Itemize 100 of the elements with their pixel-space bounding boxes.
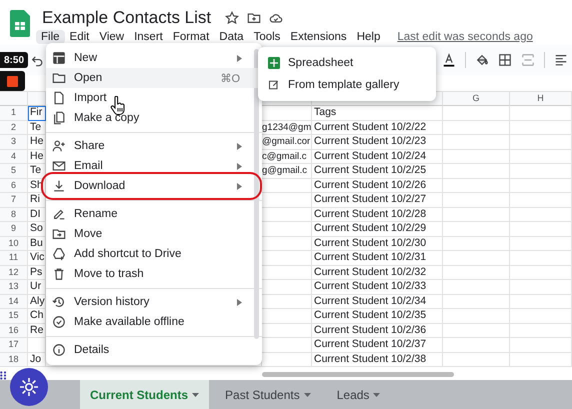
- row-number[interactable]: 5: [0, 164, 28, 178]
- menu-bar-item[interactable]: Data: [214, 30, 249, 44]
- text-color-icon: [442, 53, 456, 67]
- menu-scrollbar[interactable]: [254, 49, 259, 339]
- table-cell: [510, 193, 572, 208]
- recording-timer: 8:50: [0, 52, 28, 68]
- table-cell: Current Student 10/2/36: [312, 324, 443, 338]
- row-number[interactable]: 15: [0, 309, 28, 324]
- fill-color-icon: [475, 53, 489, 67]
- apps-grid-icon[interactable]: [0, 371, 8, 380]
- menu-bar-item[interactable]: Edit: [64, 30, 94, 44]
- table-cell: [443, 106, 510, 120]
- table-cell: [443, 324, 510, 338]
- table-cell: Current Student 10/2/32: [312, 266, 443, 280]
- table-cell: [443, 294, 510, 309]
- row-number[interactable]: 13: [0, 280, 28, 294]
- menu-bar-item[interactable]: Format: [168, 30, 214, 44]
- row-number[interactable]: 3: [0, 135, 28, 150]
- table-cell: [443, 150, 510, 164]
- row-number[interactable]: 1: [0, 106, 28, 120]
- row-number[interactable]: 14: [0, 294, 28, 309]
- table-cell: [510, 236, 572, 251]
- menu-item[interactable]: Email: [46, 156, 262, 176]
- table-cell: [443, 251, 510, 266]
- row-number[interactable]: 12: [0, 266, 28, 280]
- column-header[interactable]: [28, 92, 46, 106]
- table-cell: [443, 236, 510, 251]
- menu-item[interactable]: Rename: [46, 204, 262, 224]
- table-cell: Current Student 10/2/31: [312, 251, 443, 266]
- menu-item[interactable]: Download: [46, 176, 262, 196]
- table-cell: Current Student 10/2/23: [312, 135, 443, 150]
- table-cell: [443, 208, 510, 222]
- table-cell: [443, 178, 510, 193]
- row-number[interactable]: 18: [0, 352, 28, 367]
- trash-icon: [52, 267, 66, 281]
- table-cell: [510, 338, 572, 352]
- table-cell: Current Student 10/2/33: [312, 280, 443, 294]
- merge-cells-icon: [521, 53, 535, 67]
- cloud-icon: [269, 11, 284, 25]
- caret-icon: [304, 392, 311, 396]
- spreadsheet-icon: [268, 57, 280, 69]
- table-cell: [443, 222, 510, 236]
- menu-item[interactable]: Share: [46, 136, 262, 156]
- table-cell: Current Student 10/2/38: [312, 352, 443, 367]
- menu-bar-item[interactable]: Tools: [248, 30, 286, 44]
- table-cell: [510, 164, 572, 178]
- sheet-tab[interactable]: Past Students: [215, 380, 321, 409]
- menu-item[interactable]: Details: [46, 340, 262, 360]
- row-number[interactable]: 4: [0, 150, 28, 164]
- table-cell: [510, 208, 572, 222]
- table-cell: [443, 266, 510, 280]
- document-title[interactable]: Example Contacts List: [42, 8, 212, 28]
- row-number[interactable]: 7: [0, 193, 28, 208]
- table-cell: [443, 135, 510, 150]
- row-number[interactable]: 8: [0, 208, 28, 222]
- menu-bar-item[interactable]: File: [36, 30, 65, 44]
- table-cell: Current Student 10/2/37: [312, 338, 443, 352]
- row-number[interactable]: 10: [0, 236, 28, 251]
- menu-bar-item[interactable]: Help: [352, 30, 386, 44]
- table-cell: [510, 294, 572, 309]
- sheets-logo-icon[interactable]: [10, 10, 30, 37]
- table-cell: [443, 164, 510, 178]
- row-number[interactable]: 11: [0, 251, 28, 266]
- menu-bar-item[interactable]: Extensions: [285, 30, 352, 44]
- menu-item[interactable]: Version history: [46, 292, 262, 312]
- menu-item[interactable]: Move: [46, 224, 262, 244]
- horizontal-scrollbar[interactable]: [262, 372, 454, 377]
- borders-icon: [498, 53, 512, 67]
- table-cell: [510, 324, 572, 338]
- row-number[interactable]: 17: [0, 338, 28, 352]
- person-add-icon: [52, 139, 66, 153]
- last-edit-link[interactable]: Last edit was seconds ago: [397, 30, 533, 42]
- table-cell: Current Student 10/2/22: [312, 120, 443, 135]
- column-header[interactable]: G: [443, 92, 510, 106]
- stop-recording-button[interactable]: [0, 71, 25, 91]
- table-cell: Current Student 10/2/24: [312, 150, 443, 164]
- menu-item[interactable]: Move to trash: [46, 264, 262, 284]
- envelope-icon: [52, 159, 66, 173]
- sheet-tab[interactable]: Current Students: [80, 380, 210, 409]
- row-number[interactable]: 16: [0, 324, 28, 338]
- column-header[interactable]: H: [510, 92, 572, 106]
- menu-bar-item[interactable]: Insert: [129, 30, 168, 44]
- menu-item[interactable]: Add shortcut to Drive: [46, 244, 262, 264]
- file-icon: [52, 91, 66, 105]
- menu-item[interactable]: Make a copy: [46, 108, 262, 128]
- table-cell: [510, 251, 572, 266]
- menu-item[interactable]: Make available offline: [46, 312, 262, 332]
- table-cell: Current Student 10/2/28: [312, 208, 443, 222]
- row-number[interactable]: 9: [0, 222, 28, 236]
- sheet-tab[interactable]: Leads: [326, 380, 390, 409]
- hand-cursor-icon: [110, 96, 126, 116]
- menu-bar-item[interactable]: View: [94, 30, 130, 44]
- table-cell: Current Student 10/2/27: [312, 193, 443, 208]
- download-icon: [52, 179, 66, 193]
- floating-action-button[interactable]: [10, 368, 48, 406]
- table-cell: [510, 106, 572, 120]
- row-number[interactable]: 6: [0, 178, 28, 193]
- row-number[interactable]: 2: [0, 120, 28, 135]
- history-icon: [52, 295, 66, 309]
- table-cell: [443, 309, 510, 324]
